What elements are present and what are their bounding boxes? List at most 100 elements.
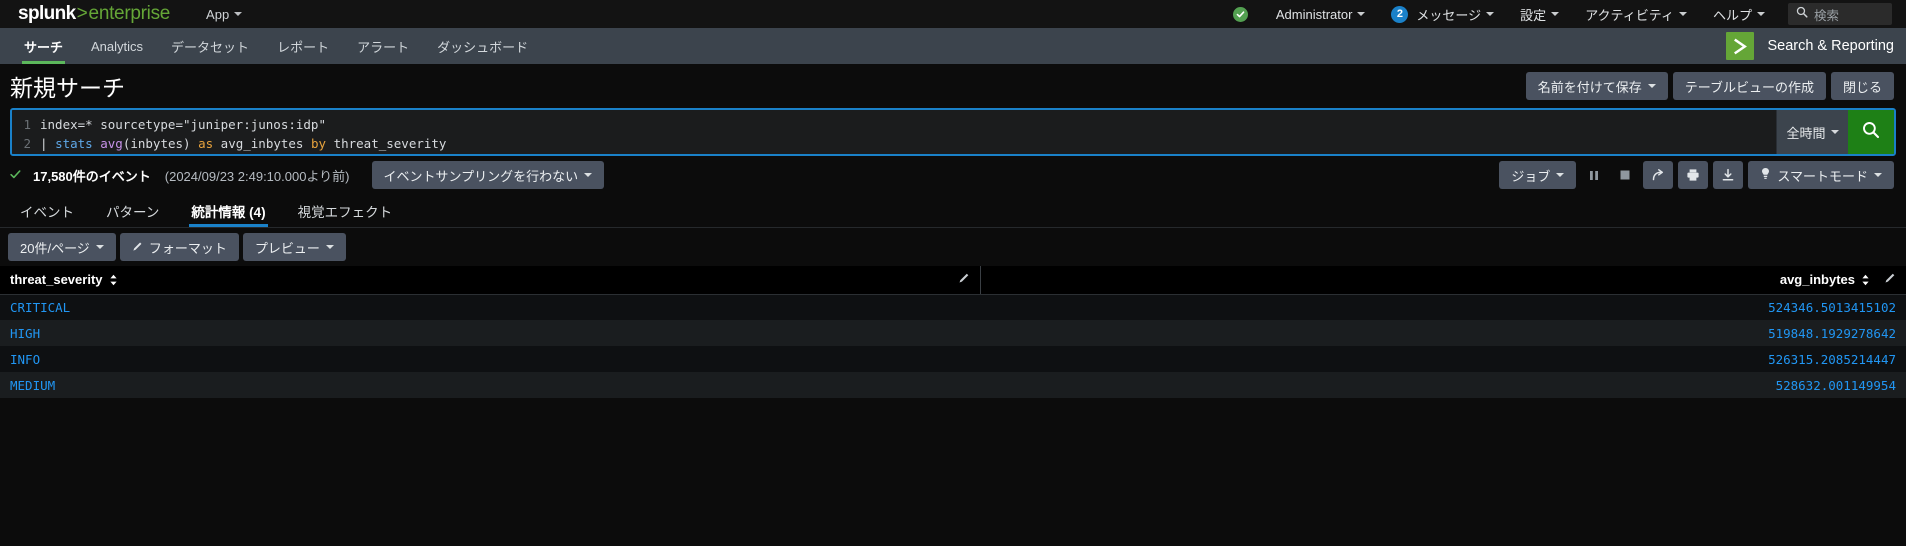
global-search-placeholder: 検索 [1814, 8, 1840, 23]
app-nav-tab-reports[interactable]: レポート [263, 28, 343, 64]
cell-threat-severity[interactable]: CRITICAL [0, 294, 980, 320]
time-range-label: 全時間 [1786, 125, 1826, 141]
search-mode-button[interactable]: スマートモード [1748, 161, 1894, 189]
chevron-down-icon [1830, 130, 1839, 134]
activity-label: アクティビティ [1585, 7, 1674, 23]
cell-threat-severity[interactable]: HIGH [0, 320, 980, 346]
tab-patterns[interactable]: パターン [90, 194, 175, 227]
page-title: 新規サーチ [10, 75, 125, 101]
global-search-input[interactable]: 検索 [1788, 3, 1892, 25]
app-menu[interactable]: App [206, 6, 243, 22]
tab-label: イベント [20, 204, 74, 220]
global-top-bar: splunk > enterprise App Administrator 2 メッ… [0, 0, 1906, 28]
pause-icon[interactable] [1581, 161, 1607, 189]
chevron-down-icon [1551, 12, 1560, 16]
results-toolbar: 20件/ページ フォーマット プレビュー [0, 228, 1906, 266]
health-check-icon [1232, 6, 1248, 22]
health-status-button[interactable] [1220, 0, 1263, 28]
tab-label: 統計情報 (4) [191, 204, 266, 220]
logo-enterprise-text: enterprise [88, 3, 171, 24]
table-row[interactable]: INFO 526315.2085214447 [0, 346, 1906, 372]
table-row[interactable]: CRITICAL 524346.5013415102 [0, 294, 1906, 320]
column-header-label: avg_inbytes [1779, 272, 1855, 288]
share-icon[interactable] [1643, 161, 1674, 189]
settings-menu[interactable]: 設定 [1507, 0, 1572, 28]
messages-count-badge: 2 [1391, 5, 1409, 23]
search-icon [1862, 121, 1880, 144]
print-icon[interactable] [1678, 161, 1709, 189]
tab-visualization[interactable]: 視覚エフェクト [282, 194, 409, 227]
spl-query-editor[interactable]: 1 index=* sourcetype="juniper:junos:idp"… [12, 110, 1776, 154]
sort-updown-icon[interactable] [1861, 274, 1870, 286]
pencil-icon [132, 240, 143, 255]
event-count: 17,580件のイベント [33, 168, 151, 184]
spl-line-number: 2 [23, 136, 31, 151]
help-menu[interactable]: ヘルプ [1700, 0, 1778, 28]
table-row[interactable]: HIGH 519848.1929278642 [0, 320, 1906, 346]
spl-line-text: index=* sourcetype="juniper:junos:idp" [40, 117, 326, 132]
chevron-down-icon [1556, 173, 1565, 177]
job-menu-button[interactable]: ジョブ [1499, 161, 1577, 189]
app-nav-tab-datasets[interactable]: データセット [157, 28, 263, 64]
format-button[interactable]: フォーマット [119, 233, 239, 261]
format-label: フォーマット [148, 240, 227, 256]
chevron-down-icon [1357, 12, 1366, 16]
results-table-head: threat_severity avg_inbytes [0, 266, 1906, 295]
global-nav-right: Administrator 2 メッセージ 設定 アクティビティ ヘルプ 検索 [1220, 0, 1892, 28]
user-menu-administrator[interactable]: Administrator [1263, 0, 1379, 28]
column-header-threat-severity[interactable]: threat_severity [0, 266, 980, 295]
run-search-button[interactable] [1848, 110, 1894, 154]
save-as-label: 名前を付けて保存 [1537, 79, 1642, 95]
column-edit-pencil-icon[interactable] [1884, 272, 1896, 287]
cell-avg-inbytes[interactable]: 519848.1929278642 [980, 320, 1906, 346]
cell-avg-inbytes[interactable]: 524346.5013415102 [980, 294, 1906, 320]
save-as-button[interactable]: 名前を付けて保存 [1525, 72, 1668, 100]
column-header-label: threat_severity [10, 272, 103, 288]
preview-dropdown[interactable]: プレビュー [242, 233, 346, 261]
column-header-avg-inbytes[interactable]: avg_inbytes [979, 266, 1906, 295]
export-download-icon[interactable] [1713, 161, 1744, 189]
cell-avg-inbytes[interactable]: 526315.2085214447 [980, 346, 1906, 372]
chevron-down-icon [1486, 12, 1495, 16]
page-actions: 名前を付けて保存 テーブルビューの作成 閉じる [1525, 72, 1894, 100]
event-sampling-label: イベントサンプリングを行わない [383, 168, 579, 184]
app-nav-tab-analytics[interactable]: Analytics [77, 28, 157, 64]
current-app-badge[interactable]: Search & Reporting [1726, 28, 1906, 64]
table-header-row: threat_severity avg_inbytes [0, 266, 1906, 295]
time-range-picker[interactable]: 全時間 [1776, 110, 1848, 154]
app-menu-label: App [206, 6, 230, 22]
app-nav-tab-label: Analytics [91, 38, 144, 54]
app-nav-tab-label: レポート [277, 39, 330, 55]
tab-events[interactable]: イベント [4, 194, 90, 227]
table-row[interactable]: MEDIUM 528632.001149954 [0, 372, 1906, 398]
cell-avg-inbytes[interactable]: 528632.001149954 [980, 372, 1906, 398]
rows-per-page-dropdown[interactable]: 20件/ページ [8, 233, 116, 261]
search-mode-label: スマートモード [1777, 168, 1868, 184]
close-button[interactable]: 閉じる [1830, 72, 1894, 100]
chevron-down-icon [1678, 12, 1687, 16]
activity-menu[interactable]: アクティビティ [1572, 0, 1700, 28]
event-sampling-dropdown[interactable]: イベントサンプリングを行わない [371, 161, 605, 189]
cell-threat-severity[interactable]: INFO [0, 346, 980, 372]
messages-menu[interactable]: 2 メッセージ [1378, 0, 1507, 28]
preview-label: プレビュー [254, 240, 320, 256]
cell-threat-severity[interactable]: MEDIUM [0, 372, 980, 398]
chevron-down-icon [1874, 173, 1882, 177]
chevron-right-logo-icon [1726, 32, 1755, 60]
app-nav-tab-label: サーチ [24, 39, 64, 55]
app-nav-tab-alerts[interactable]: アラート [343, 28, 423, 64]
tab-label: 視覚エフェクト [297, 204, 393, 220]
event-time-range: (2024/09/23 2:49:10.000より前) [164, 168, 350, 184]
tab-statistics[interactable]: 統計情報 (4) [175, 194, 281, 227]
app-nav-tab-search[interactable]: サーチ [10, 28, 77, 64]
stop-icon[interactable] [1612, 161, 1638, 189]
app-nav-tab-dashboards[interactable]: ダッシュボード [423, 28, 542, 64]
results-table-wrapper: threat_severity avg_inbytes CRITICAL 524… [0, 266, 1906, 472]
splunk-logo[interactable]: splunk > enterprise [18, 3, 170, 25]
sort-updown-icon[interactable] [109, 274, 118, 286]
app-nav-tab-label: ダッシュボード [437, 39, 529, 55]
messages-label: メッセージ [1416, 7, 1482, 23]
column-edit-pencil-icon[interactable] [958, 272, 970, 287]
create-table-view-button[interactable]: テーブルビューの作成 [1672, 72, 1826, 100]
help-label: ヘルプ [1712, 7, 1752, 23]
